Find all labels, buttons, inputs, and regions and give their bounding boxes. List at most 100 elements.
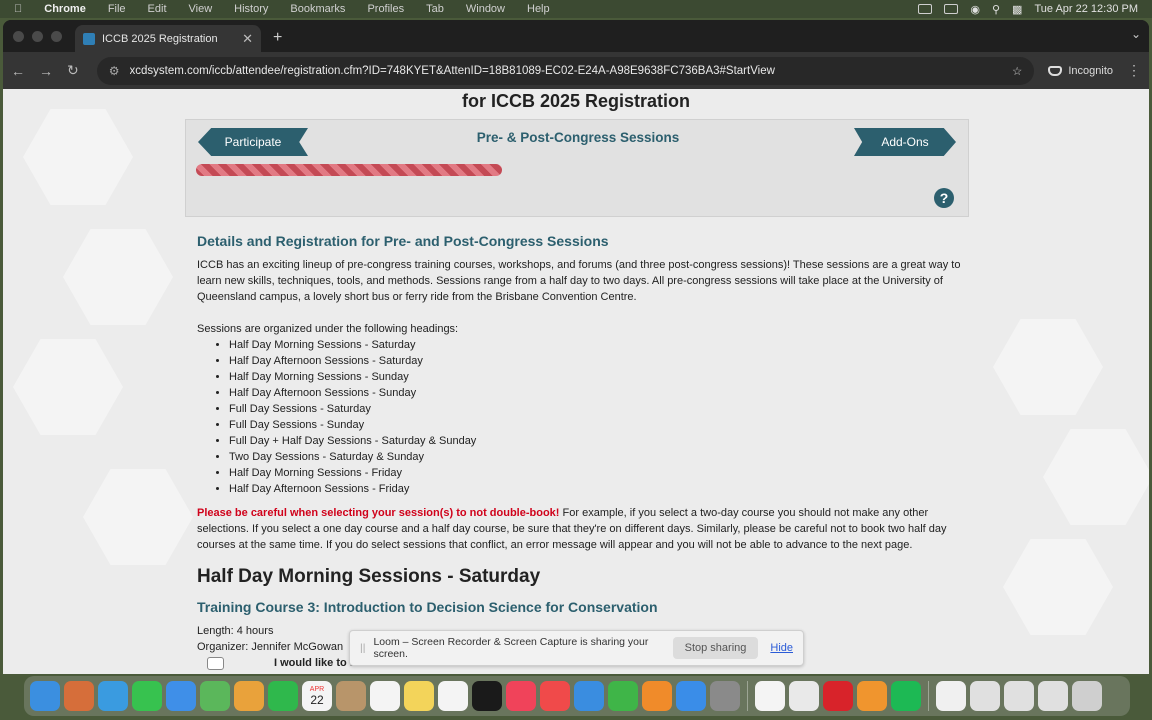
zoom-window-button[interactable] [51,31,62,42]
list-item: Full Day Sessions - Saturday [229,401,967,417]
mail-icon[interactable] [166,681,196,711]
spotify-icon[interactable] [891,681,921,711]
forward-icon[interactable]: → [39,63,53,79]
intro-paragraph: ICCB has an exciting lineup of pre-congr… [197,259,961,303]
registration-progress-panel: Participate Pre- & Post-Congress Session… [185,119,969,217]
list-item: Half Day Morning Sessions - Saturday [229,337,967,353]
incognito-label: Incognito [1068,64,1113,77]
help-icon[interactable]: ? [934,188,954,208]
list-item: Half Day Morning Sessions - Sunday [229,369,967,385]
tab-title: ICCB 2025 Registration [102,32,218,45]
stop-sharing-button[interactable]: Stop sharing [672,637,759,659]
progress-bar [196,164,502,176]
url-text[interactable]: xcdsystem.com/iccb/attendee/registration… [130,65,1005,77]
reminders-icon[interactable] [370,681,400,711]
document-thumbnail-icon[interactable] [936,681,966,711]
browser-toolbar: ← → ↻ ⚙ xcdsystem.com/iccb/attendee/regi… [3,52,1149,89]
safari-icon[interactable] [98,681,128,711]
notes-icon[interactable] [404,681,434,711]
address-bar[interactable]: ⚙ xcdsystem.com/iccb/attendee/registrati… [96,56,1035,85]
maps-icon[interactable] [200,681,230,711]
menu-bookmarks[interactable]: Bookmarks [290,3,345,15]
current-step-title: Pre- & Post-Congress Sessions [476,130,680,145]
battery-icon[interactable] [944,4,959,14]
contacts-icon[interactable] [336,681,366,711]
spotlight-icon[interactable]: ⚲ [992,3,1000,16]
details-heading: Details and Registration for Pre- and Po… [197,233,609,249]
finder-icon[interactable] [30,681,60,711]
chrome-icon[interactable] [789,681,819,711]
next-step-button[interactable]: Add-Ons [854,128,956,156]
launchpad-icon[interactable] [64,681,94,711]
incognito-icon [1048,65,1063,76]
hide-banner-link[interactable]: Hide [770,642,793,654]
headings-intro: Sessions are organized under the followi… [197,323,459,335]
screenshot-thumbnail-icon[interactable] [1038,681,1068,711]
control-center-icon[interactable]: ▩ [1012,3,1022,16]
menu-profiles[interactable]: Profiles [367,3,404,15]
drag-handle-icon[interactable]: || [360,642,365,654]
screenshot-thumbnail-icon[interactable] [1004,681,1034,711]
web-page: for ICCB 2025 Registration Participate P… [3,89,1149,674]
app-store-icon[interactable] [676,681,706,711]
messages-icon[interactable] [132,681,162,711]
menu-view[interactable]: View [189,3,213,15]
background-hexagon [1003,539,1113,635]
menu-datetime[interactable]: Tue Apr 22 12:30 PM [1034,3,1138,15]
menu-history[interactable]: History [234,3,268,15]
system-settings-icon[interactable] [710,681,740,711]
freeform-icon[interactable] [438,681,468,711]
list-item: Half Day Afternoon Sessions - Sunday [229,385,967,401]
tab-search-icon[interactable]: ⌄ [1131,27,1141,41]
double-book-warning: Please be careful when selecting your se… [197,505,967,553]
tab-bar: ICCB 2025 Registration ✕ + ⌄ [3,20,1149,52]
apple-menu-icon[interactable]:  [14,3,22,15]
slack-icon[interactable] [755,681,785,711]
calendar-icon[interactable]: APR 22 [302,681,332,711]
news-icon[interactable] [540,681,570,711]
keynote-icon[interactable] [574,681,604,711]
trash-icon[interactable] [1072,681,1102,711]
acrobat-icon[interactable] [823,681,853,711]
window-controls [13,31,62,42]
site-info-icon[interactable]: ⚙ [109,64,120,78]
wifi-icon[interactable]: ◉ [970,3,980,16]
background-hexagon [63,229,173,325]
bookmark-star-icon[interactable]: ☆ [1012,64,1022,78]
course-title: Training Course 3: Introduction to Decis… [197,599,658,615]
list-item: Half Day Afternoon Sessions - Saturday [229,353,967,369]
facetime-icon[interactable] [268,681,298,711]
menu-tab[interactable]: Tab [426,3,444,15]
tab-iccb-registration[interactable]: ICCB 2025 Registration ✕ [75,25,261,52]
sublime-icon[interactable] [857,681,887,711]
menu-help[interactable]: Help [527,3,550,15]
numbers-icon[interactable] [608,681,638,711]
menu-window[interactable]: Window [466,3,505,15]
session-headings-list: Half Day Morning Sessions - Saturday Hal… [197,337,967,497]
chrome-menu-icon[interactable]: ⋮ [1127,62,1141,79]
status-area: ◉ ⚲ ▩ Tue Apr 22 12:30 PM [918,0,1138,18]
photos-icon[interactable] [234,681,264,711]
menu-edit[interactable]: Edit [148,3,167,15]
close-window-button[interactable] [13,31,24,42]
menu-app-name[interactable]: Chrome [44,3,86,15]
screen-share-icon[interactable] [918,4,933,14]
list-item: Half Day Morning Sessions - Friday [229,465,967,481]
back-icon[interactable]: ← [11,63,25,79]
page-title: for ICCB 2025 Registration [461,91,691,111]
reload-icon[interactable]: ↻ [67,62,79,79]
menu-file[interactable]: File [108,3,126,15]
tv-icon[interactable] [472,681,502,711]
new-tab-button[interactable]: + [273,29,282,47]
pages-icon[interactable] [642,681,672,711]
incognito-indicator[interactable]: Incognito [1048,65,1113,77]
loom-sharing-banner: || Loom – Screen Recorder & Screen Captu… [349,630,804,666]
screenshot-thumbnail-icon[interactable] [970,681,1000,711]
minimize-window-button[interactable] [32,31,43,42]
background-hexagon [23,109,133,205]
site-favicon-icon [83,32,95,45]
attend-checkbox[interactable] [207,656,224,670]
main-content: Details and Registration for Pre- and Po… [197,233,967,671]
close-tab-icon[interactable]: ✕ [242,31,253,47]
music-icon[interactable] [506,681,536,711]
